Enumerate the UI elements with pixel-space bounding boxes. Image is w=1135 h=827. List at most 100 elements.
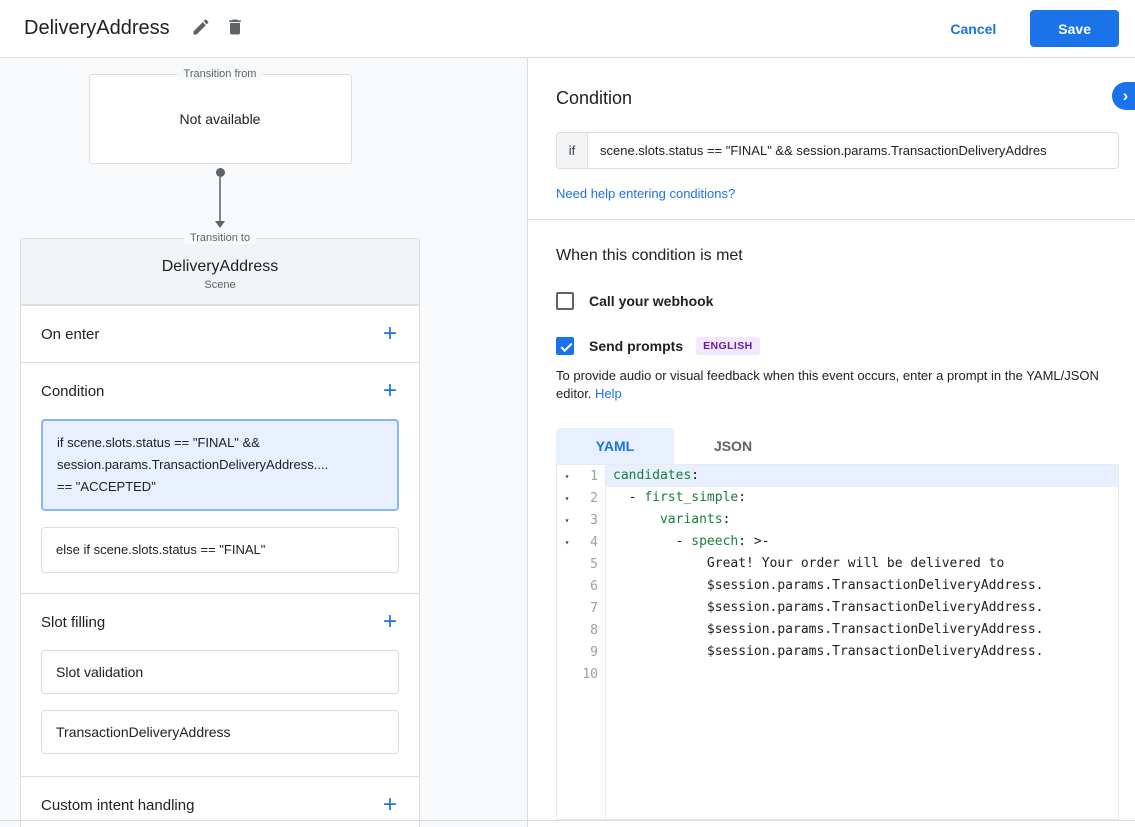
line-code: - speech: >- [605, 531, 1118, 553]
edit-title-button[interactable] [184, 12, 218, 46]
line-code: $session.params.TransactionDeliveryAddre… [605, 575, 1118, 597]
tab-json[interactable]: JSON [674, 428, 792, 464]
line-number: 1 [577, 469, 605, 484]
transition-connector [210, 168, 230, 228]
line-number: 4 [577, 535, 605, 550]
line-code: candidates: [605, 465, 1118, 487]
on-enter-label: On enter [41, 326, 99, 343]
slot-filling-label: Slot filling [41, 614, 105, 631]
line-number: 10 [577, 667, 605, 682]
condition-help-link[interactable]: Need help entering conditions? [556, 186, 735, 201]
line-number: 5 [577, 557, 605, 572]
pencil-icon [191, 17, 211, 40]
line-code [605, 663, 1118, 685]
send-prompts-checkbox[interactable] [556, 337, 574, 355]
line-number: 7 [577, 601, 605, 616]
section-on-enter: On enter + [21, 305, 419, 362]
title-group: DeliveryAddress [24, 12, 252, 46]
condition-section-label: Condition [41, 383, 104, 400]
chevron-right-icon: › [1123, 86, 1129, 106]
slot-item[interactable]: Slot validation [41, 650, 399, 694]
condition-heading: Condition [556, 88, 1119, 109]
scene-card: Transition to DeliveryAddress Scene On e… [20, 238, 420, 827]
fold-arrow-icon[interactable]: ▾ [557, 516, 577, 525]
fold-arrow-icon[interactable]: ▾ [557, 538, 577, 547]
delete-scene-button[interactable] [218, 12, 252, 46]
save-button[interactable]: Save [1030, 10, 1119, 47]
line-number: 9 [577, 645, 605, 660]
content: Transition from Not available Transition… [0, 58, 1135, 827]
condition-input[interactable] [587, 132, 1119, 169]
editor-line[interactable]: 6 $session.params.TransactionDeliveryAdd… [557, 575, 1118, 597]
add-intent-button[interactable]: + [383, 793, 397, 817]
editor-line[interactable]: 5 Great! Your order will be delivered to [557, 553, 1118, 575]
topbar-actions: Cancel Save [934, 10, 1119, 47]
webhook-checkbox[interactable] [556, 292, 574, 310]
page-title: DeliveryAddress [24, 17, 170, 40]
editor-line[interactable]: 9 $session.params.TransactionDeliveryAdd… [557, 641, 1118, 663]
slot-item[interactable]: TransactionDeliveryAddress [41, 710, 399, 754]
transition-to-label: Transition to [184, 232, 256, 244]
condition-item[interactable]: else if scene.slots.status == "FINAL" [41, 527, 399, 573]
connector-line [219, 177, 221, 221]
section-divider [528, 219, 1135, 220]
yaml-editor[interactable]: ▾1candidates:▾2 - first_simple:▾3 varian… [556, 464, 1119, 820]
section-slot-filling: Slot filling + Slot validation Transacti… [21, 593, 419, 754]
custom-intent-label: Custom intent handling [41, 797, 194, 814]
line-number: 2 [577, 491, 605, 506]
prompt-description: To provide audio or visual feedback when… [556, 367, 1119, 403]
transition-from-label: Transition from [178, 68, 263, 80]
line-code: $session.params.TransactionDeliveryAddre… [605, 641, 1118, 663]
add-on-enter-button[interactable]: + [383, 322, 397, 346]
expand-panel-button[interactable]: › [1112, 82, 1135, 110]
scene-subtitle: Scene [21, 279, 419, 291]
condition-item[interactable]: if scene.slots.status == "FINAL" && sess… [41, 419, 399, 511]
scene-title: DeliveryAddress [21, 258, 419, 276]
add-slot-button[interactable]: + [383, 610, 397, 634]
line-number: 6 [577, 579, 605, 594]
on-enter-row: On enter + [21, 306, 419, 362]
editor-line[interactable]: ▾4 - speech: >- [557, 531, 1118, 553]
add-condition-button[interactable]: + [383, 379, 397, 403]
when-met-heading: When this condition is met [556, 247, 1119, 265]
tab-yaml[interactable]: YAML [556, 428, 674, 464]
transition-from-node: Transition from Not available [89, 74, 352, 164]
line-number: 3 [577, 513, 605, 528]
line-code: variants: [605, 509, 1118, 531]
line-code: $session.params.TransactionDeliveryAddre… [605, 597, 1118, 619]
send-prompts-label: Send prompts [589, 338, 683, 354]
slot-filling-row: Slot filling + [21, 594, 419, 650]
send-prompts-row[interactable]: Send prompts ENGLISH [556, 337, 1119, 355]
editor-line[interactable]: ▾1candidates: [557, 465, 1118, 487]
line-number: 8 [577, 623, 605, 638]
editor-line[interactable]: 7 $session.params.TransactionDeliveryAdd… [557, 597, 1118, 619]
editor-line[interactable]: ▾2 - first_simple: [557, 487, 1118, 509]
help-link[interactable]: Help [595, 386, 622, 401]
cancel-button[interactable]: Cancel [934, 13, 1012, 45]
condition-expression-row: if [556, 132, 1119, 169]
if-label: if [556, 132, 587, 169]
scene-graph-panel: Transition from Not available Transition… [0, 58, 528, 827]
scene-card-header[interactable]: DeliveryAddress Scene [21, 239, 419, 305]
editor-line[interactable]: 8 $session.params.TransactionDeliveryAdd… [557, 619, 1118, 641]
fold-arrow-icon[interactable]: ▾ [557, 494, 577, 503]
scene-graph-inner: Transition from Not available Transition… [20, 74, 420, 827]
top-bar: DeliveryAddress Cancel Save [0, 0, 1135, 58]
section-condition: Condition + if scene.slots.status == "FI… [21, 362, 419, 573]
bottom-divider [0, 820, 1135, 821]
prompt-description-text: To provide audio or visual feedback when… [556, 368, 1099, 401]
editor-tabs: YAML JSON [556, 428, 1119, 464]
app: DeliveryAddress Cancel Save Transition f… [0, 0, 1135, 827]
transition-from-value: Not available [180, 111, 261, 127]
arrow-down-icon [215, 221, 225, 228]
condition-row: Condition + [21, 363, 419, 419]
condition-detail-panel: › Condition if Need help entering condit… [528, 58, 1135, 827]
line-code: $session.params.TransactionDeliveryAddre… [605, 619, 1118, 641]
webhook-label: Call your webhook [589, 293, 713, 309]
editor-line[interactable]: ▾3 variants: [557, 509, 1118, 531]
fold-arrow-icon[interactable]: ▾ [557, 472, 577, 481]
editor-line[interactable]: 10 [557, 663, 1118, 685]
webhook-row[interactable]: Call your webhook [556, 292, 1119, 310]
language-badge: ENGLISH [696, 337, 759, 355]
yaml-editor-lines: ▾1candidates:▾2 - first_simple:▾3 varian… [557, 465, 1118, 685]
